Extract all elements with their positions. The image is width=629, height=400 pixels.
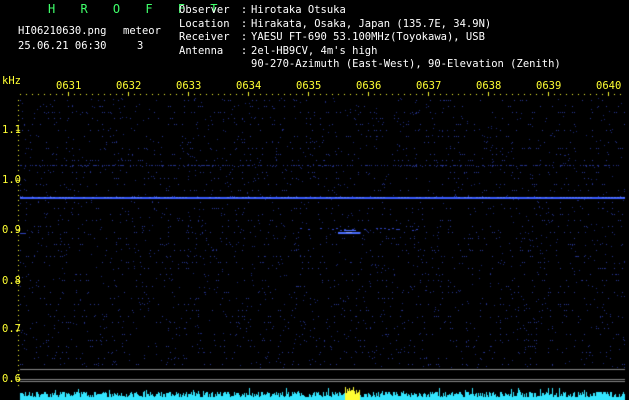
- image-filename: HI06210630.png: [18, 25, 107, 37]
- freq-tick-0.9: 0.9: [2, 224, 21, 236]
- receiver-label: Receiver: [179, 31, 230, 43]
- receiver-row: Receiver: YAESU FT-690 53.100MHz(Toyokawa…: [179, 31, 485, 43]
- time-tick-0631: 0631: [56, 80, 82, 92]
- antenna-row: Antenna:2el-HB9CV, 4m's high: [179, 44, 378, 57]
- datetime-stamp: 25.06.21 06:30: [18, 40, 107, 52]
- time-tick-0632: 0632: [116, 80, 142, 92]
- observer-row: Observer: Hirotaka Otsuka: [179, 4, 346, 16]
- observer-value: Hirotaka Otsuka: [251, 4, 346, 16]
- time-tick-0637: 0637: [416, 80, 442, 92]
- freq-tick-0.8: 0.8: [2, 275, 21, 287]
- meteor-count: 3: [137, 40, 144, 52]
- time-tick-0633: 0633: [176, 80, 202, 92]
- time-tick-0639: 0639: [536, 80, 562, 92]
- antenna-value-2: 90-270-Azimuth (East-West), 90-Elevation…: [251, 58, 561, 70]
- time-tick-0635: 0635: [296, 80, 322, 92]
- freq-tick-0.6: 0.6: [2, 373, 21, 385]
- meteor-label: meteor: [123, 25, 161, 37]
- station-info: Observer: Hirotaka Otsuka Location: Hiraka…: [179, 4, 561, 72]
- antenna-value: 2el-HB9CV, 4m's high: [251, 44, 378, 57]
- antenna-label: Antenna: [179, 44, 224, 57]
- antenna-row-2: 90-270-Azimuth (East-West), 90-Elevation…: [179, 58, 561, 72]
- time-tick-0640: 0640: [596, 80, 622, 92]
- freq-tick-0.7: 0.7: [2, 323, 21, 335]
- observer-label: Observer: [179, 4, 230, 16]
- time-tick-0638: 0638: [476, 80, 502, 92]
- freq-tick-1.1: 1.1: [2, 124, 21, 136]
- freq-unit-label: kHz: [2, 75, 21, 87]
- location-row: Location: Hirakata, Osaka, Japan (135.7E,…: [179, 17, 492, 30]
- time-tick-0634: 0634: [236, 80, 262, 92]
- freq-tick-1.0: 1.0: [2, 174, 21, 186]
- receiver-value: YAESU FT-690 53.100MHz(Toyokawa), USB: [251, 31, 485, 43]
- time-tick-0636: 0636: [356, 80, 382, 92]
- location-label: Location: [179, 17, 230, 30]
- location-value: Hirakata, Osaka, Japan (135.7E, 34.9N): [251, 17, 492, 30]
